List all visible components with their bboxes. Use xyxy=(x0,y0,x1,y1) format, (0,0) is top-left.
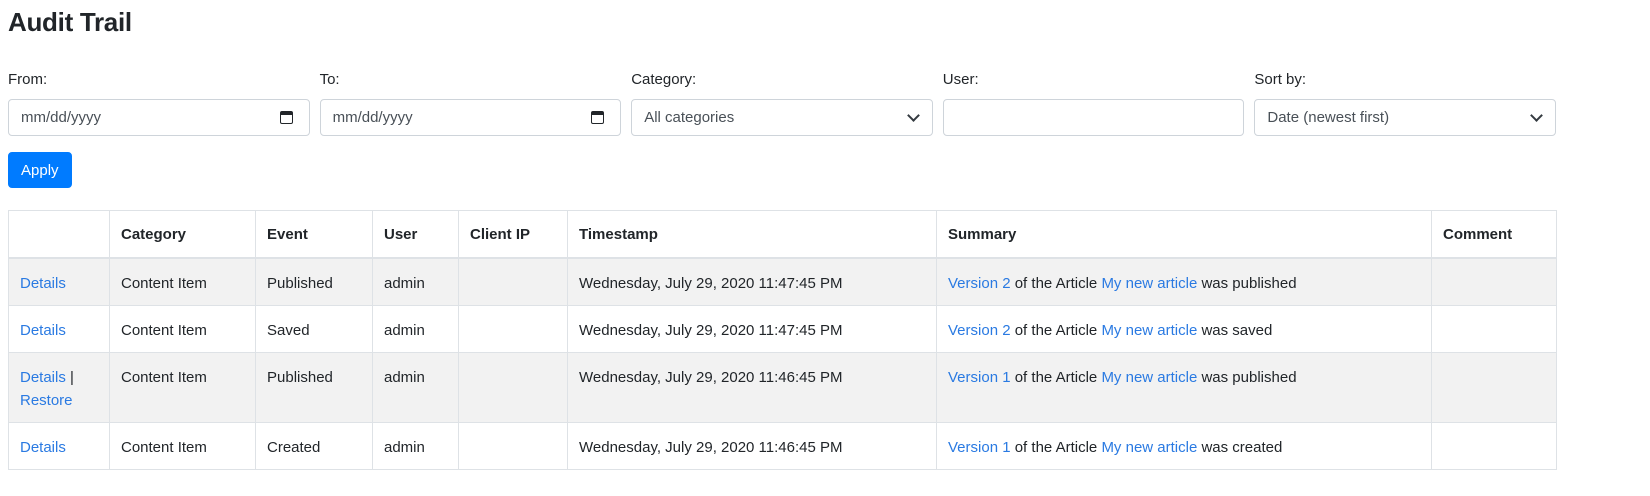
user-filter: User: xyxy=(942,70,1245,136)
row-category: Content Item xyxy=(109,422,256,470)
row-event: Published xyxy=(255,257,373,306)
audit-table: Category Event User Client IP Timestamp … xyxy=(8,210,1557,470)
header-client-ip: Client IP xyxy=(458,210,568,259)
table-header-row: Category Event User Client IP Timestamp … xyxy=(8,210,1557,259)
calendar-icon[interactable] xyxy=(591,111,605,124)
header-comment: Comment xyxy=(1431,210,1557,259)
filter-bar: From: mm/dd/yyyy To: mm/dd/yyyy Category… xyxy=(8,70,1556,136)
sort-label: Sort by: xyxy=(1254,71,1307,88)
from-label: From: xyxy=(8,71,48,88)
version-link[interactable]: Version 1 xyxy=(948,439,1011,456)
article-link[interactable]: My new article xyxy=(1101,322,1197,339)
version-link[interactable]: Version 2 xyxy=(948,275,1011,292)
summary-text: of the Article xyxy=(1014,275,1098,292)
header-category: Category xyxy=(109,210,256,259)
article-link[interactable]: My new article xyxy=(1101,439,1197,456)
apply-button[interactable]: Apply xyxy=(8,152,72,188)
row-client-ip xyxy=(458,257,568,306)
details-link[interactable]: Details xyxy=(20,439,66,456)
summary-text: was published xyxy=(1201,275,1297,292)
row-actions: Details xyxy=(8,422,110,470)
row-user: admin xyxy=(372,305,459,353)
row-category: Content Item xyxy=(109,305,256,353)
table-row: Details Content Item Created admin Wedne… xyxy=(8,422,1557,470)
row-category: Content Item xyxy=(109,352,256,423)
article-link[interactable]: My new article xyxy=(1101,275,1197,292)
table-row: Details | Restore Content Item Published … xyxy=(8,352,1557,423)
category-label: Category: xyxy=(631,71,697,88)
to-date-placeholder: mm/dd/yyyy xyxy=(332,109,413,126)
version-link[interactable]: Version 1 xyxy=(948,369,1011,386)
row-summary: Version 2 of the Article My new article … xyxy=(936,305,1432,353)
row-comment xyxy=(1431,257,1557,306)
chevron-down-icon xyxy=(1530,109,1543,122)
from-date-input[interactable]: mm/dd/yyyy xyxy=(8,99,310,136)
header-event: Event xyxy=(255,210,373,259)
from-date-placeholder: mm/dd/yyyy xyxy=(21,109,102,126)
row-timestamp: Wednesday, July 29, 2020 11:47:45 PM xyxy=(567,257,937,306)
version-link[interactable]: Version 2 xyxy=(948,322,1011,339)
restore-link[interactable]: Restore xyxy=(20,392,73,409)
row-timestamp: Wednesday, July 29, 2020 11:46:45 PM xyxy=(567,422,937,470)
row-client-ip xyxy=(458,352,568,423)
summary-text: was saved xyxy=(1201,322,1273,339)
chevron-down-icon xyxy=(906,109,920,122)
row-actions: Details xyxy=(8,305,110,353)
to-filter: To: mm/dd/yyyy xyxy=(319,70,622,136)
user-label: User: xyxy=(942,71,979,88)
row-actions: Details xyxy=(8,257,110,306)
category-selected-value: All categories xyxy=(644,109,735,126)
to-date-input[interactable]: mm/dd/yyyy xyxy=(319,99,622,136)
sort-filter: Sort by: Date (newest first) xyxy=(1254,70,1556,136)
header-timestamp: Timestamp xyxy=(567,210,937,259)
row-summary: Version 1 of the Article My new article … xyxy=(936,422,1432,470)
row-user: admin xyxy=(372,352,459,423)
summary-text: was created xyxy=(1201,439,1283,456)
category-filter: Category: All categories xyxy=(631,70,933,136)
from-filter: From: mm/dd/yyyy xyxy=(8,70,310,136)
row-category: Content Item xyxy=(109,257,256,306)
row-actions: Details | Restore xyxy=(8,352,110,423)
details-link[interactable]: Details xyxy=(20,369,66,386)
sort-select[interactable]: Date (newest first) xyxy=(1254,99,1556,136)
row-event: Saved xyxy=(255,305,373,353)
row-event: Created xyxy=(255,422,373,470)
row-client-ip xyxy=(458,422,568,470)
row-comment xyxy=(1431,352,1557,423)
to-label: To: xyxy=(319,71,340,88)
row-client-ip xyxy=(458,305,568,353)
row-summary: Version 1 of the Article My new article … xyxy=(936,352,1432,423)
row-timestamp: Wednesday, July 29, 2020 11:46:45 PM xyxy=(567,352,937,423)
row-comment xyxy=(1431,422,1557,470)
sort-selected-value: Date (newest first) xyxy=(1267,109,1390,126)
row-comment xyxy=(1431,305,1557,353)
row-timestamp: Wednesday, July 29, 2020 11:47:45 PM xyxy=(567,305,937,353)
row-summary: Version 2 of the Article My new article … xyxy=(936,257,1432,306)
summary-text: of the Article xyxy=(1014,369,1098,386)
table-row: Details Content Item Saved admin Wednesd… xyxy=(8,305,1557,353)
category-select[interactable]: All categories xyxy=(631,99,933,136)
header-summary: Summary xyxy=(936,210,1432,259)
audit-trail-page: Audit Trail From: mm/dd/yyyy To: mm/dd/y… xyxy=(0,0,1650,470)
action-separator: | xyxy=(70,369,74,386)
row-user: admin xyxy=(372,422,459,470)
table-row: Details Content Item Published admin Wed… xyxy=(8,257,1557,306)
header-user: User xyxy=(372,210,459,259)
summary-text: of the Article xyxy=(1014,439,1098,456)
summary-text: was published xyxy=(1201,369,1297,386)
summary-text: of the Article xyxy=(1014,322,1098,339)
article-link[interactable]: My new article xyxy=(1101,369,1197,386)
row-event: Published xyxy=(255,352,373,423)
details-link[interactable]: Details xyxy=(20,275,66,292)
row-user: admin xyxy=(372,257,459,306)
page-title: Audit Trail xyxy=(8,7,132,37)
details-link[interactable]: Details xyxy=(20,322,66,339)
calendar-icon[interactable] xyxy=(279,111,293,124)
user-input[interactable] xyxy=(942,99,1245,136)
header-actions xyxy=(8,210,110,259)
